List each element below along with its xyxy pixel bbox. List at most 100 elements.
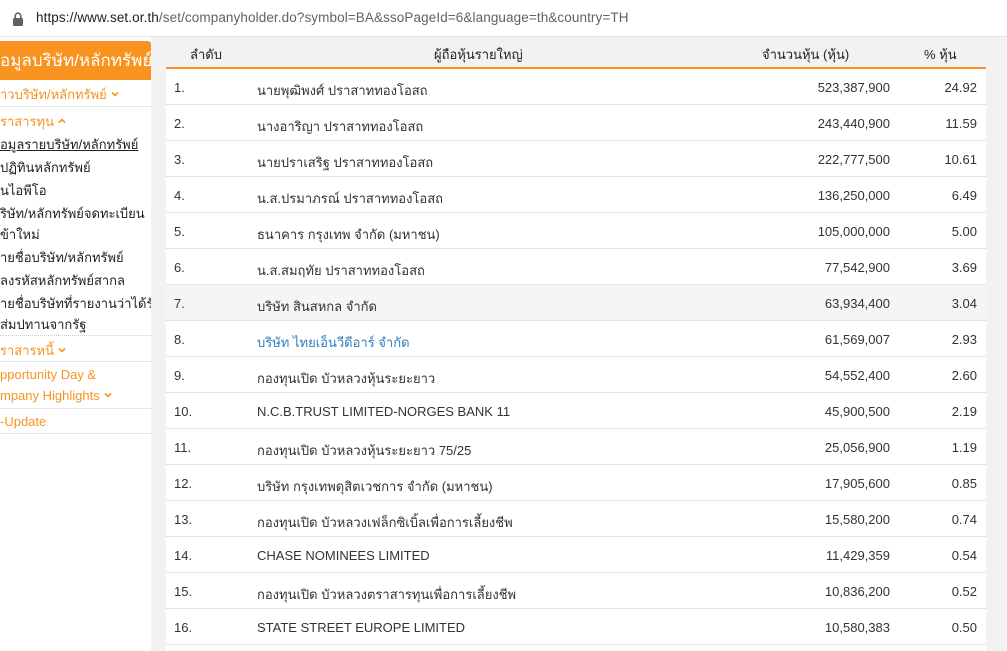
table-row: 8. บริษัท ไทยเอ็นวีดีอาร์ จำกัด 61,569,007… bbox=[166, 321, 986, 357]
shares-percent: 2.60 bbox=[951, 368, 977, 383]
table-row: 3. นายปราเสริฐ ปราสาททองโอสถ 222,777,500 10… bbox=[166, 141, 986, 177]
column-header-shares: จำนวนหุ้น (หุ้น) bbox=[762, 47, 850, 62]
shares-count: 11,429,359 bbox=[825, 548, 890, 563]
shareholder-name: บริษัท กรุงเทพดุสิตเวชการ จำกัด (มหาชน) bbox=[257, 479, 493, 494]
shares-count: 17,905,600 bbox=[824, 476, 890, 491]
sidebar-item-company-overview[interactable]: าวบริษัท/หลักทรัพย์ bbox=[0, 84, 151, 105]
sidebar-item-new-listing[interactable]: ริษัท/หลักทรัพย์จดทะเบียน bbox=[0, 203, 151, 224]
sidebar-item-debt[interactable]: ราสารหนี้ bbox=[0, 340, 151, 361]
column-header-name: ผู้ถือหุ้นรายใหญ่ bbox=[434, 47, 523, 62]
shareholder-name: N.C.B.TRUST LIMITED-NORGES BANK 11 bbox=[257, 404, 511, 419]
shares-count: 10,836,200 bbox=[824, 584, 890, 599]
table-row: 6. น.ส.สมฤทัย ปราสาททองโอสถ 77,542,900 3.69 bbox=[166, 249, 986, 285]
row-number: 13. bbox=[174, 512, 193, 527]
sidebar-item-company-list[interactable]: ายชื่อบริษัท/หลักทรัพย์ bbox=[0, 247, 151, 268]
row-number: 16. bbox=[174, 620, 193, 635]
shareholder-name: กองทุนเปิด บัวหลวงเฟล็กซิเบิ้ลเพื่อการเล… bbox=[257, 515, 513, 530]
row-number: 8. bbox=[174, 332, 185, 347]
shareholder-name: CHASE NOMINEES LIMITED bbox=[257, 548, 430, 563]
sidebar-header[interactable]: อมูลบริษัท/หลักทรัพย์ bbox=[0, 41, 151, 80]
shareholder-name: นางอาริญา ปราสาททองโอสถ bbox=[257, 119, 424, 134]
table-row: 13. กองทุนเปิด บัวหลวงเฟล็กซิเบิ้ลเพื่อกา… bbox=[166, 501, 986, 537]
row-number: 1. bbox=[174, 80, 185, 95]
sidebar-item-label: mpany Highlights bbox=[0, 388, 100, 403]
table-row: 12. บริษัท กรุงเทพดุสิตเวชการ จำกัด (มหาช… bbox=[166, 465, 986, 501]
table-row: 7. บริษัท สินสหกล จำกัด 63,934,400 3.04 bbox=[166, 285, 986, 321]
url-text[interactable]: https://www.set.or.th/set/companyholder.… bbox=[36, 10, 629, 25]
column-header-pct: % หุ้น bbox=[924, 47, 957, 62]
row-number: 15. bbox=[174, 584, 193, 599]
sidebar-item-opportunity-day[interactable]: pportunity Day & bbox=[0, 367, 151, 382]
table-row: 14. CHASE NOMINEES LIMITED 11,429,359 0.54 bbox=[166, 537, 986, 573]
major-shareholders-table: ลำดับ ผู้ถือหุ้นรายใหญ่ จำนวนหุ้น (หุ้น)… bbox=[166, 37, 986, 645]
sidebar-item-label: าวบริษัท/หลักทรัพย์ bbox=[0, 87, 107, 102]
table-row: 16. STATE STREET EUROPE LIMITED 10,580,383… bbox=[166, 609, 986, 645]
chevron-up-icon bbox=[58, 118, 66, 124]
sidebar-item-company-highlights[interactable]: mpany Highlights bbox=[0, 388, 151, 403]
shares-count: 61,569,007 bbox=[824, 332, 890, 347]
shares-count: 15,580,200 bbox=[824, 512, 890, 527]
row-number: 10. bbox=[174, 404, 193, 419]
row-number: 9. bbox=[174, 368, 185, 383]
shares-count: 63,934,400 bbox=[824, 296, 890, 311]
shares-percent: 10.61 bbox=[944, 152, 977, 167]
sidebar-item-concession-cont[interactable]: ส่มปทานจากรัฐ bbox=[0, 314, 151, 335]
shares-percent: 11.59 bbox=[945, 116, 977, 131]
sidebar-item-isin[interactable]: ลงรหัสหลักทรัพย์สากล bbox=[0, 270, 151, 291]
shares-percent: 2.93 bbox=[951, 332, 977, 347]
shares-count: 105,000,000 bbox=[817, 224, 890, 239]
shareholder-name: น.ส.ปรมาภรณ์ ปราสาททองโอสถ bbox=[257, 191, 444, 206]
row-number: 11. bbox=[174, 440, 192, 455]
sidebar-divider bbox=[0, 335, 151, 336]
table-row: 11. กองทุนเปิด บัวหลวงหุ้นระยะยาว 75/25 25… bbox=[166, 429, 986, 465]
sidebar-item-calendar[interactable]: ปฏิทินหลักทรัพย์ bbox=[0, 157, 151, 178]
shares-percent: 2.19 bbox=[951, 404, 977, 419]
shares-count: 243,440,900 bbox=[817, 116, 890, 131]
table-row: 4. น.ส.ปรมาภรณ์ ปราสาททองโอสถ 136,250,000 6… bbox=[166, 177, 986, 213]
row-number: 6. bbox=[174, 260, 185, 275]
shares-percent: 1.19 bbox=[951, 440, 977, 455]
shares-percent: 24.92 bbox=[944, 80, 977, 95]
shares-count: 77,542,900 bbox=[824, 260, 890, 275]
shares-count: 136,250,000 bbox=[817, 188, 890, 203]
shares-count: 222,777,500 bbox=[817, 152, 890, 167]
shares-percent: 3.04 bbox=[951, 296, 977, 311]
shares-count: 523,387,900 bbox=[817, 80, 890, 95]
row-number: 12. bbox=[174, 476, 193, 491]
shares-percent: 6.49 bbox=[951, 188, 977, 203]
table-row: 9. กองทุนเปิด บัวหลวงหุ้นระยะยาว 54,552,40… bbox=[166, 357, 986, 393]
shareholder-name: นายปราเสริฐ ปราสาททองโอสถ bbox=[257, 155, 434, 170]
lock-icon[interactable] bbox=[11, 11, 25, 27]
sidebar-divider bbox=[0, 433, 151, 434]
sidebar-item-company-info[interactable]: อมูลรายบริษัท/หลักทรัพย์ bbox=[0, 134, 151, 155]
shares-percent: 0.52 bbox=[951, 584, 977, 599]
row-number: 14. bbox=[174, 548, 193, 563]
shares-count: 10,580,383 bbox=[824, 620, 890, 635]
shareholder-name: กองทุนเปิด บัวหลวงหุ้นระยะยาว bbox=[257, 371, 436, 386]
sidebar-divider bbox=[0, 106, 151, 107]
shares-count: 45,900,500 bbox=[824, 404, 890, 419]
content-gutter-right bbox=[986, 37, 1007, 651]
sidebar-item-equity[interactable]: ราสารทุน bbox=[0, 111, 151, 132]
shareholder-name: ธนาคาร กรุงเทพ จำกัด (มหาชน) bbox=[257, 227, 440, 242]
sidebar-item-concession[interactable]: ายชื่อบริษัทที่รายงานว่าได้รับ bbox=[0, 293, 151, 314]
shareholder-name: นายพุฒิพงศ์ ปราสาททองโอสถ bbox=[257, 83, 428, 98]
url-host: https://www.set.or.th bbox=[36, 10, 159, 25]
shareholder-name: STATE STREET EUROPE LIMITED bbox=[257, 620, 466, 635]
table-row: 1. นายพุฒิพงศ์ ปราสาททองโอสถ 523,387,900 24… bbox=[166, 69, 986, 105]
sidebar-item-label: ราสารหนี้ bbox=[0, 343, 54, 358]
chevron-down-icon bbox=[111, 91, 119, 97]
shareholder-name: น.ส.สมฤทัย ปราสาททองโอสถ bbox=[257, 263, 425, 278]
sidebar-divider bbox=[0, 408, 151, 409]
sidebar-item-new-listing-cont[interactable]: ข้าใหม่ bbox=[0, 224, 151, 245]
content-gutter bbox=[151, 37, 166, 651]
table-row: 2. นางอาริญา ปราสาททองโอสถ 243,440,900 11.5… bbox=[166, 105, 986, 141]
address-bar[interactable]: https://www.set.or.th/set/companyholder.… bbox=[0, 0, 1007, 37]
sidebar-item-ipo[interactable]: นไอพีโอ bbox=[0, 180, 151, 201]
sidebar: อมูลบริษัท/หลักทรัพย์ าวบริษัท/หลักทรัพย… bbox=[0, 37, 151, 651]
sidebar-item-e-update[interactable]: -Update bbox=[0, 414, 151, 429]
column-header-no: ลำดับ bbox=[190, 47, 222, 62]
shareholder-name-link[interactable]: บริษัท ไทยเอ็นวีดีอาร์ จำกัด bbox=[257, 332, 410, 353]
shares-percent: 0.74 bbox=[951, 512, 977, 527]
shares-percent: 0.50 bbox=[951, 620, 977, 635]
